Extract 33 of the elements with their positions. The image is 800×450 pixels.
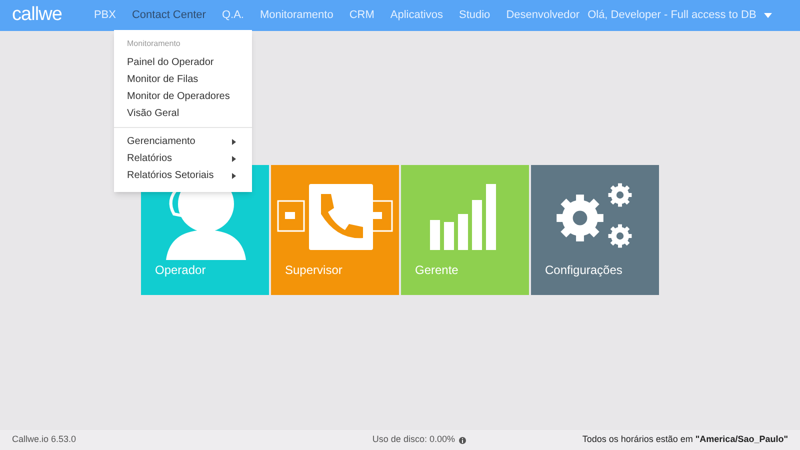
version-text: Callwe.io 6.53.0 — [12, 433, 76, 446]
nav-tab[interactable]: Studio — [450, 7, 498, 24]
submenu-arrow-icon — [232, 138, 236, 144]
nav-tab[interactable]: Contact Center — [124, 7, 214, 24]
menu-item[interactable]: Painel do Operador — [114, 54, 252, 71]
logo[interactable]: callwe — [12, 1, 62, 30]
dashboard-tile[interactable]: Configurações — [531, 165, 659, 295]
submenu-arrow-icon — [232, 172, 236, 178]
tile-label: Operador — [155, 262, 206, 279]
disk-usage-text: Uso de disco: 0.00% — [372, 433, 455, 446]
menu-item[interactable]: Gerenciamento — [114, 133, 252, 150]
timezone-text: Todos os horários estão em "America/Sao_Paulo" — [582, 433, 788, 446]
nav-tab[interactable]: Desenvolvedor — [498, 7, 588, 24]
menu-item[interactable]: Relatórios — [114, 150, 252, 167]
menu-header: Monitoramento — [126, 38, 182, 50]
menu-item[interactable]: Visão Geral — [114, 105, 252, 122]
info-icon — [458, 436, 466, 444]
nav-tab[interactable]: CRM — [341, 7, 382, 24]
dashboard-tile[interactable]: Gerente — [401, 165, 529, 295]
dashboard-tile[interactable]: Supervisor — [271, 165, 399, 295]
user-menu[interactable]: Olá, Developer - Full access to DB — [588, 7, 772, 24]
nav-tab[interactable]: PBX — [86, 7, 124, 24]
caret-down-icon — [764, 13, 772, 18]
menu-item[interactable]: Monitor de Filas — [114, 71, 252, 88]
nav-tab[interactable]: Monitoramento — [252, 7, 342, 24]
tile-label: Supervisor — [285, 262, 342, 279]
phone-icon — [277, 184, 393, 250]
tile-label: Configurações — [545, 262, 622, 279]
tile-label: Gerente — [415, 262, 458, 279]
nav-tab[interactable]: Q.A. — [214, 7, 252, 24]
nav-tab[interactable]: Aplicativos — [382, 7, 451, 24]
menu-item[interactable]: Monitor de Operadores — [114, 88, 252, 105]
submenu-arrow-icon — [232, 156, 236, 162]
